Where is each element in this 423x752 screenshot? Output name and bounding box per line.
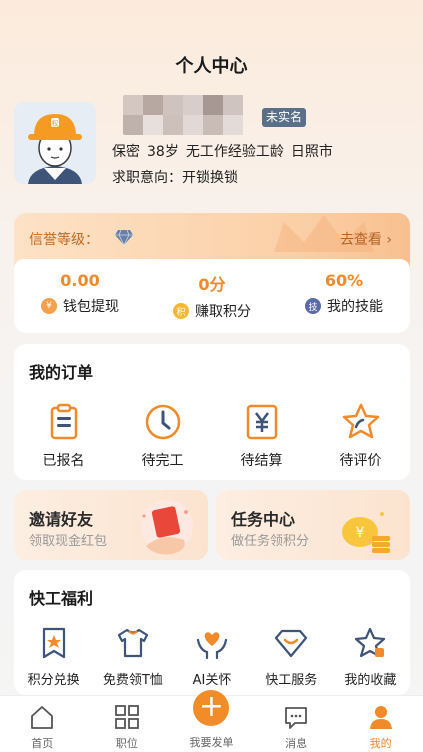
orders-title: 我的订单: [29, 363, 94, 382]
view-credit-label: 去查看: [339, 232, 382, 248]
order-label: 已报名: [42, 453, 85, 469]
welfare-ai-care[interactable]: AI关怀: [172, 626, 251, 688]
welfare-label: 快工服务: [265, 673, 318, 688]
message-icon: [285, 707, 307, 729]
order-label: 待结算: [240, 453, 283, 469]
invite-title: 邀请好友: [29, 510, 94, 529]
grid-icon: [114, 705, 139, 729]
city-text: 日照市: [290, 144, 333, 160]
order-pending-finish[interactable]: 待完工: [113, 402, 212, 470]
welfare-label: 我的收藏: [344, 673, 397, 688]
credit-level-label: 信誉等级：: [29, 232, 99, 248]
clipboard-icon: [50, 403, 77, 440]
tshirt-icon: [117, 628, 148, 658]
profile-info: 保密 38岁 无工作经验工龄 日照市: [112, 141, 340, 161]
welfare-title: 快工福利: [29, 589, 94, 608]
welfare-label: 积分兑换: [27, 673, 80, 688]
chevron-right-icon: ›: [386, 232, 392, 248]
age-text: 38岁: [147, 144, 179, 160]
home-icon: [31, 706, 54, 729]
order-pending-review[interactable]: 待评价: [311, 402, 410, 470]
welfare-favorites[interactable]: 我的收藏: [331, 626, 410, 688]
order-label: 待完工: [141, 453, 184, 469]
task-center-card[interactable]: 任务中心 做任务领积分 ¥: [216, 490, 410, 560]
view-credit-link[interactable]: 去查看 ›: [340, 229, 392, 249]
stat-value: 60%: [324, 271, 364, 290]
badge-star-icon: [42, 627, 65, 659]
favorite-icon: [355, 627, 386, 658]
tab-post-order[interactable]: + 我要发单: [169, 690, 254, 752]
svg-text:权: 权: [52, 119, 59, 128]
order-pending-settle[interactable]: 待结算: [212, 402, 311, 470]
welfare-label: 免费领T恤: [102, 673, 163, 688]
invite-friends-card[interactable]: 邀请好友 领取现金红包: [14, 490, 208, 560]
star-icon: [342, 403, 379, 439]
stat-skill[interactable]: 60% 技我的技能: [278, 259, 410, 333]
service-icon: [275, 629, 308, 658]
tab-jobs[interactable]: 职位: [85, 696, 170, 752]
welfare-free-tshirt[interactable]: 免费领T恤: [93, 626, 172, 688]
plus-icon: +: [193, 690, 230, 726]
tab-messages[interactable]: 消息: [254, 696, 339, 752]
tab-label: 职位: [115, 737, 138, 750]
task-subtitle: 做任务领积分: [231, 534, 310, 549]
tab-home[interactable]: 首页: [0, 696, 85, 752]
order-registered[interactable]: 已报名: [14, 402, 113, 470]
clock-icon: [145, 404, 180, 440]
person-icon: [369, 706, 392, 729]
unverified-badge[interactable]: 未实名: [262, 108, 307, 127]
orders-card: 我的订单 已报名 待完工 待结算 待评价: [14, 344, 410, 480]
welfare-label: AI关怀: [192, 673, 232, 688]
credit-card: 信誉等级： 去查看 › 0.00 ¥ 钱包提现 0分 积赚取积分 60% 技我的技…: [14, 213, 410, 333]
stat-points[interactable]: 0分 积赚取积分: [146, 259, 278, 333]
tab-label: 我的: [369, 737, 392, 750]
wallet-icon: ¥: [41, 298, 57, 314]
stat-value: 0.00: [60, 271, 100, 290]
points-icon: 积: [173, 303, 189, 319]
diamond-icon: [115, 229, 133, 246]
tab-label: 我要发单: [189, 736, 234, 749]
tab-label: 首页: [31, 737, 54, 750]
stat-wallet[interactable]: 0.00 ¥ 钱包提现: [14, 259, 146, 333]
order-label: 待评价: [339, 453, 382, 469]
stats-panel: 0.00 ¥ 钱包提现 0分 积赚取积分 60% 技我的技能: [14, 259, 410, 333]
page-title: 个人中心: [175, 56, 248, 77]
stat-label: 赚取积分: [195, 304, 251, 320]
red-envelope-icon: [141, 500, 193, 555]
gender-text: 保密: [112, 144, 140, 160]
experience-text: 无工作经验工龄: [185, 144, 284, 160]
worker-avatar-icon: 权: [14, 102, 96, 184]
svg-text:¥: ¥: [356, 525, 365, 541]
stat-value: 0分: [198, 275, 226, 294]
skill-icon: 技: [305, 298, 321, 314]
stat-label: 我的技能: [327, 299, 383, 315]
name-redacted: [123, 95, 260, 135]
yen-icon: [246, 404, 277, 440]
stat-label: 钱包提现: [63, 299, 119, 315]
welfare-card: 快工福利 积分兑换 免费领T恤 AI关怀 快工服务 我的收藏: [14, 570, 410, 695]
welfare-points-exchange[interactable]: 积分兑换: [14, 626, 93, 688]
tab-label: 消息: [285, 737, 308, 750]
task-title: 任务中心: [231, 510, 296, 529]
tab-mine[interactable]: 我的: [338, 696, 423, 752]
job-intent: 求职意向：开锁换锁: [112, 170, 238, 186]
invite-subtitle: 领取现金红包: [29, 534, 108, 549]
care-heart-icon: [196, 632, 228, 660]
welfare-service[interactable]: 快工服务: [252, 626, 331, 688]
bottom-tabbar: 首页 职位 + 我要发单 消息 我的: [0, 690, 423, 752]
coins-icon: ¥: [342, 512, 390, 553]
avatar[interactable]: 权: [14, 102, 96, 184]
